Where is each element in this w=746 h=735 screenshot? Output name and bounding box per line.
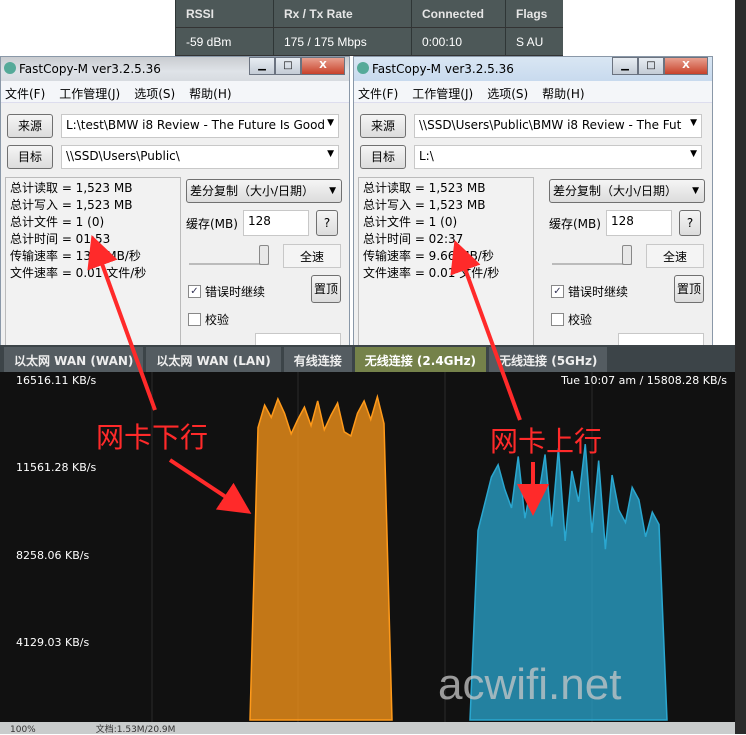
annotation-download: 网卡下行: [96, 421, 209, 454]
arrow-down-speed: [87, 234, 157, 411]
annotation-arrows: [87, 234, 549, 516]
status-bar: 100% 文档:1.53M/20.9M: [0, 722, 735, 735]
window-edge: [735, 0, 746, 734]
arrow-up-speed: [450, 239, 522, 421]
watermark: acwifi.net: [438, 660, 622, 709]
annotation-upload: 网卡上行: [490, 425, 603, 458]
arrow-down-chart: [168, 458, 252, 514]
